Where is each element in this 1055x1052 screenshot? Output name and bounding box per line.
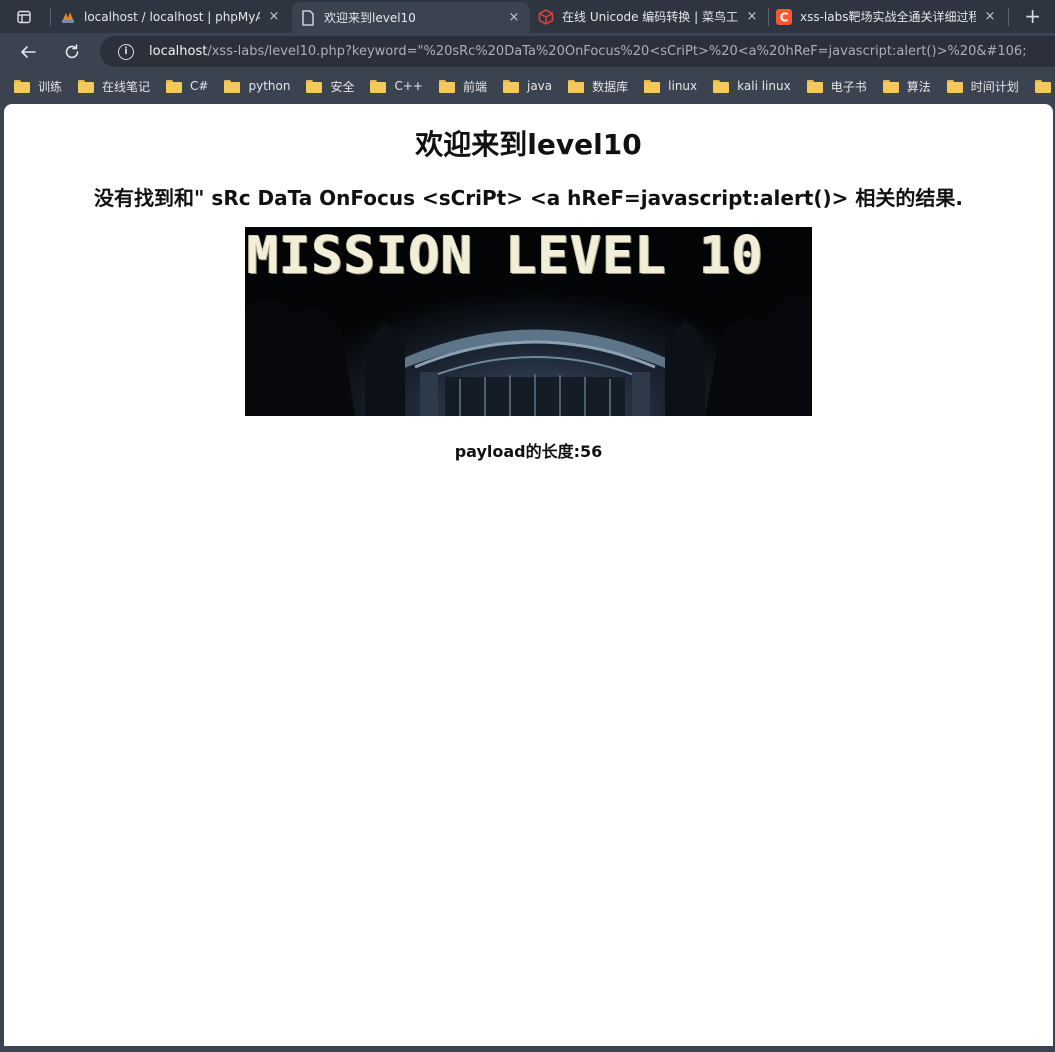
folder-icon [713,79,730,93]
folder-icon [306,79,323,93]
runoob-icon [538,8,554,25]
bookmark-label: 时间计划 [970,79,1019,94]
folder-icon [502,79,519,93]
bookmark-folder[interactable]: 时间计划 [946,78,1019,95]
page-title: 欢迎来到level10 [415,128,642,161]
tab-title: xss-labs靶场实战全通关详细过程 [800,10,976,24]
address-bar[interactable]: i localhost/xss-labs/level10.php?keyword… [100,36,1055,67]
bookmark-folder[interactable]: 前端 [438,78,487,95]
back-button[interactable] [12,36,44,68]
folder-icon [1034,79,1051,93]
tab-level10[interactable]: 欢迎来到level10 × [292,2,530,33]
folder-icon [370,79,387,93]
bookmark-label: 电子书 [830,79,867,94]
phpmyadmin-icon [60,9,76,25]
bookmark-folder[interactable]: 训练 [14,78,62,95]
folder-icon [882,79,899,93]
bookmark-folder[interactable]: 在线笔记 [78,78,150,95]
bookmark-label: kali linux [737,79,791,93]
browser-toolbar: i localhost/xss-labs/level10.php?keyword… [0,33,1055,70]
url-host: localhost [149,44,208,59]
new-tab-button[interactable]: + [1024,5,1041,27]
bookmark-folder[interactable]: 画图 [1034,78,1055,95]
bookmark-folder[interactable]: 安全 [306,78,354,95]
bookmark-label: java [526,79,553,93]
bookmark-folder[interactable]: linux [644,79,697,93]
mission-level-banner: MISSION LEVEL 10 [245,227,812,416]
bookmark-label: 数据库 [592,79,629,94]
tab-xss-labs-article[interactable]: C xss-labs靶场实战全通关详细过程 × [768,2,1006,31]
tab-title: 欢迎来到level10 [324,11,416,25]
tab-phpmyadmin[interactable]: localhost / localhost | phpMyAdmi × [52,2,290,31]
payload-length: payload的长度:56 [454,442,603,461]
close-icon[interactable]: × [266,9,282,24]
tab-title: 在线 Unicode 编码转换 | 菜鸟工具 [562,10,738,24]
reload-button[interactable] [56,36,88,68]
close-icon[interactable]: × [982,9,998,24]
bookmark-label: C++ [394,79,423,93]
folder-icon [568,79,585,93]
bookmark-folder[interactable]: python [224,79,290,93]
bookmark-label: linux [668,79,698,93]
bookmark-label: python [248,79,291,93]
tab-title: localhost / localhost | phpMyAdmi [84,9,260,24]
folder-icon [166,79,183,93]
bookmark-folder[interactable]: C++ [370,79,423,93]
folder-icon [806,79,823,93]
folder-icon [78,79,95,93]
tab-unicode-converter[interactable]: 在线 Unicode 编码转换 | 菜鸟工具 × [530,2,768,31]
bookmark-folder[interactable]: 算法 [882,78,931,95]
url-path: /xss-labs/level10.php?keyword="%20sRc%20… [207,44,1027,59]
folder-icon [438,79,455,93]
bookmark-folder[interactable]: 电子书 [806,78,867,95]
tab-actions-button[interactable] [0,0,48,33]
site-info-icon[interactable]: i [118,43,134,60]
bookmark-label: 在线笔记 [102,79,151,94]
bookmark-label: 安全 [330,79,355,94]
bookmarks-bar: 训练 在线笔记 C# python 安全 C++ 前端 java 数据库 lin… [0,70,1055,102]
bookmark-folder[interactable]: kali linux [713,79,791,93]
folder-icon [644,79,661,93]
tab-separator [50,8,51,26]
bookmark-folder[interactable]: 数据库 [568,78,628,95]
page-viewport: 欢迎来到level10 没有找到和" sRc DaTa OnFocus <sCr… [4,104,1053,1046]
tab-overview-icon [17,10,31,23]
folder-icon [946,79,963,93]
folder-icon [224,79,241,93]
reload-icon [65,43,79,58]
search-result-message: 没有找到和" sRc DaTa OnFocus <sCriPt> <a hReF… [94,186,963,210]
bookmark-folder[interactable]: C# [166,79,208,93]
svg-text:C: C [780,10,789,24]
folder-icon [14,79,30,93]
back-arrow-icon [21,45,36,58]
bookmark-folder[interactable]: java [502,79,553,93]
tab-strip: localhost / localhost | phpMyAdmi × 欢迎来到… [0,0,1055,33]
tab-separator [1008,8,1009,26]
bookmark-label: 算法 [906,79,931,94]
close-icon[interactable]: × [744,9,760,24]
csdn-icon: C [776,8,792,25]
close-icon[interactable]: × [506,10,522,25]
bookmark-label: C# [190,79,209,93]
bookmark-label: 前端 [462,79,487,94]
bookmark-label: 训练 [38,79,63,94]
banner-title: MISSION LEVEL 10 [247,227,764,286]
page-icon [300,9,316,26]
